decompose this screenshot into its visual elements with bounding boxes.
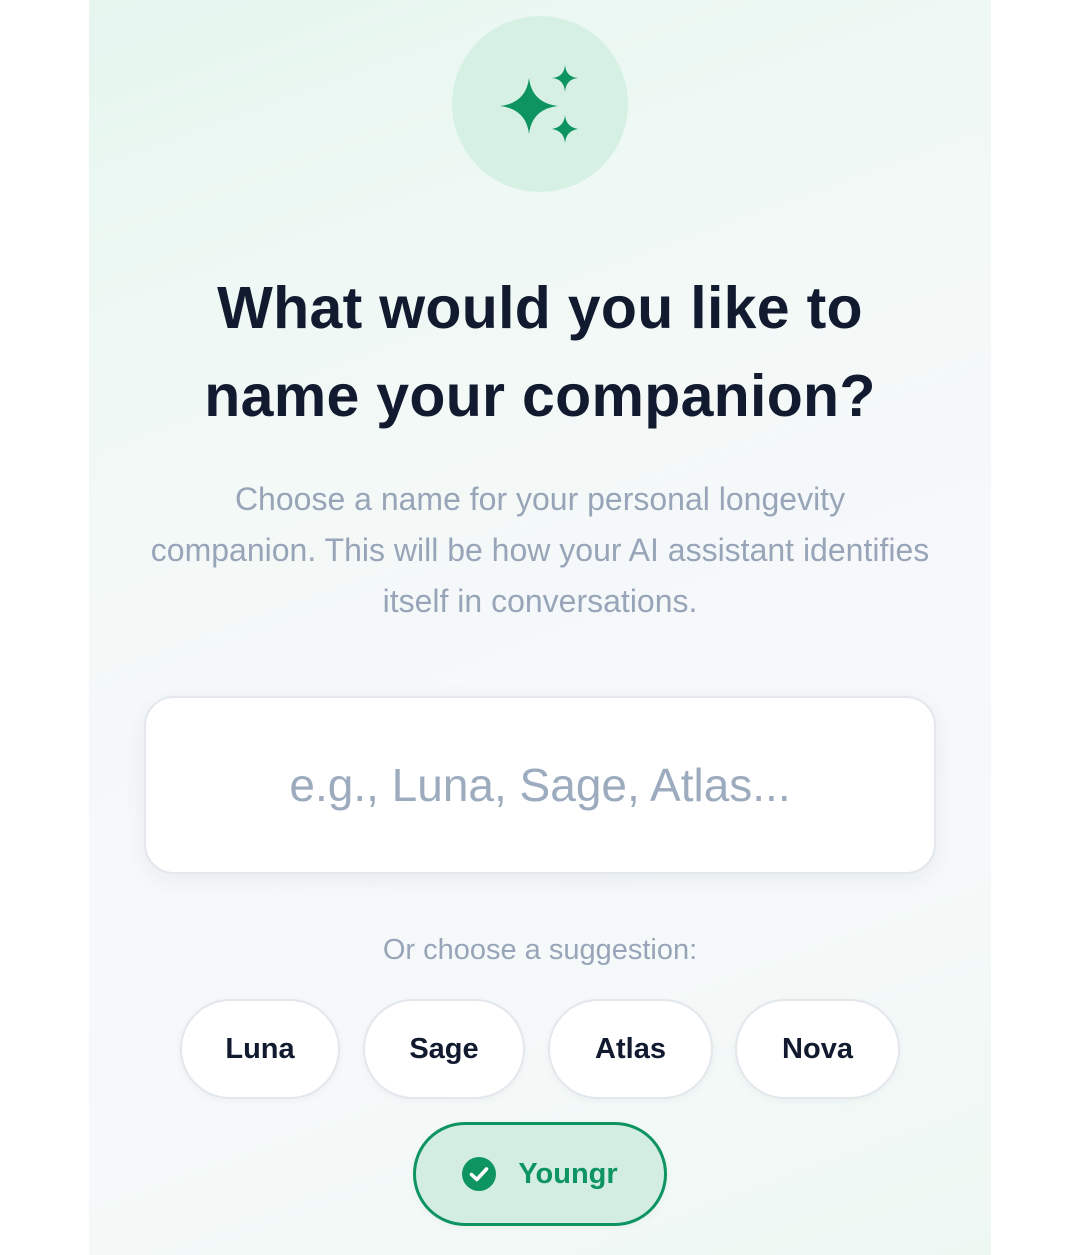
suggestion-chip-nova[interactable]: Nova [735, 999, 900, 1099]
suggestion-chip-label: Atlas [595, 1032, 666, 1065]
companion-name-input[interactable] [144, 696, 936, 874]
hero-badge [452, 16, 628, 192]
page-title-line-2: name your companion? [204, 363, 876, 429]
suggestion-chip-luna[interactable]: Luna [180, 999, 340, 1099]
onboarding-panel: What would you like to name your compani… [89, 0, 991, 1255]
page-title: What would you like to name your compani… [89, 264, 991, 440]
page-subtitle: Choose a name for your personal longevit… [150, 481, 930, 619]
suggestions-label: Or choose a suggestion: [382, 934, 698, 966]
suggestion-chip-youngr-selected[interactable]: Youngr [413, 1122, 667, 1226]
suggestion-chip-label: Youngr [518, 1157, 618, 1190]
suggestion-chip-label: Sage [409, 1032, 479, 1065]
check-circle-icon [462, 1157, 497, 1191]
page-title-line-1: What would you like to [217, 275, 863, 341]
suggestion-chip-label: Luna [225, 1032, 295, 1065]
sparkles-icon [500, 65, 578, 143]
suggestion-chip-atlas[interactable]: Atlas [548, 999, 713, 1099]
suggestion-chip-sage[interactable]: Sage [363, 999, 525, 1099]
suggestion-chip-label: Nova [782, 1032, 853, 1065]
